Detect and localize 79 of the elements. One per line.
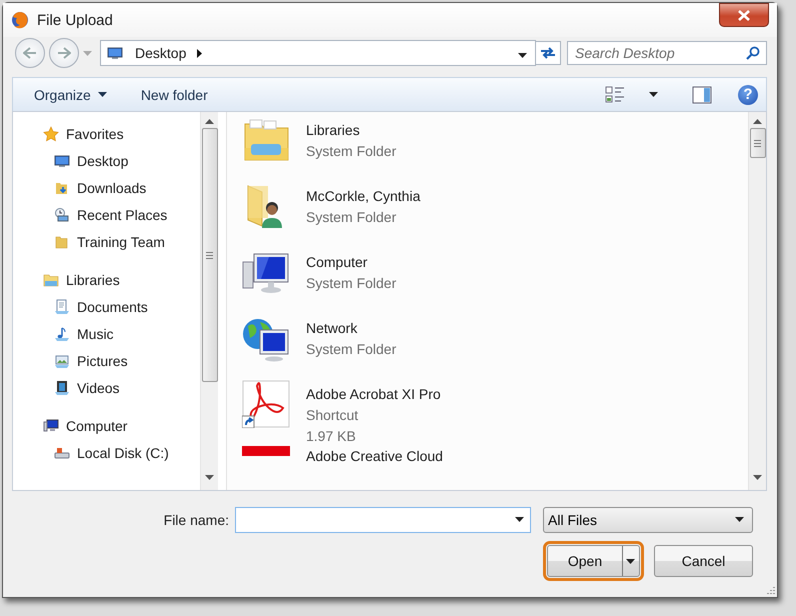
document-icon — [54, 298, 70, 314]
monitor-icon — [106, 45, 124, 61]
nav-item[interactable]: Local Disk (C:) — [13, 439, 200, 466]
file-type: System Folder — [306, 340, 396, 359]
organize-button[interactable]: Organize — [26, 82, 115, 106]
scroll-up-icon[interactable] — [753, 119, 762, 124]
nav-group-item[interactable]: Libraries — [13, 266, 200, 293]
list-view-icon — [605, 86, 625, 104]
file-name: McCorkle, Cynthia — [306, 187, 420, 206]
refresh-arrows-icon — [540, 46, 556, 60]
scrollbar[interactable] — [200, 112, 218, 490]
nav-item[interactable]: Pictures — [13, 347, 200, 374]
caret-icon — [515, 517, 524, 522]
grip-icon — [754, 140, 761, 146]
file-item[interactable]: Computer System Folder — [227, 248, 748, 314]
file-name: Libraries — [306, 121, 361, 140]
file-name-label: File name: — [164, 512, 229, 528]
nav-item[interactable]: Downloads — [13, 174, 200, 201]
nav-item[interactable]: Training Team — [13, 228, 200, 255]
monitor-icon — [54, 152, 70, 168]
file-name: Network — [306, 319, 358, 338]
breadcrumb[interactable]: Desktop — [135, 45, 186, 61]
file-item[interactable]: Network System Folder — [227, 314, 748, 380]
nav-item[interactable]: Recent Places — [13, 201, 200, 228]
library-folder-icon — [43, 272, 59, 288]
scroll-up-icon[interactable] — [205, 119, 214, 124]
recent-places-icon — [54, 206, 70, 222]
nav-group-item[interactable]: Computer — [13, 412, 200, 439]
preview-pane-icon — [692, 86, 712, 104]
nav-group-item[interactable]: Favorites — [13, 120, 200, 147]
breadcrumb-arrow-icon[interactable] — [197, 48, 202, 58]
caret-icon — [735, 517, 744, 522]
file-size: 1.97 KB — [306, 427, 357, 446]
refresh-button[interactable] — [535, 41, 561, 65]
nav-item[interactable]: Music — [13, 320, 200, 347]
picture-icon — [54, 352, 70, 368]
cancel-button[interactable]: Cancel — [654, 545, 753, 577]
file-name: Adobe Creative Cloud — [306, 447, 443, 466]
film-icon — [54, 380, 70, 396]
file-name: Computer — [306, 253, 368, 272]
scroll-down-icon[interactable] — [753, 475, 762, 480]
new-folder-button[interactable]: New folder — [132, 82, 216, 106]
pdf-shortcut-icon — [242, 380, 290, 428]
folder-icon — [54, 234, 70, 250]
scroll-down-icon[interactable] — [205, 475, 214, 480]
app-icon — [11, 11, 29, 29]
nav-item[interactable]: Desktop — [13, 147, 200, 174]
close-button[interactable] — [719, 3, 769, 27]
caret-icon — [649, 92, 658, 97]
file-item[interactable]: Libraries System Folder — [227, 116, 748, 182]
address-bar[interactable]: Desktop — [100, 40, 536, 66]
search-icon — [746, 46, 760, 60]
star-icon — [43, 126, 59, 142]
grip-icon — [206, 252, 213, 258]
file-name: Adobe Acrobat XI Pro — [306, 385, 441, 404]
file-name-field[interactable] — [235, 506, 531, 532]
app-tile-icon — [242, 446, 290, 456]
scrollbar[interactable] — [748, 112, 766, 490]
file-item[interactable]: Adobe Creative Cloud — [227, 446, 748, 467]
file-type: System Folder — [306, 142, 396, 161]
search-field[interactable]: Search Desktop — [567, 41, 767, 65]
caret-icon — [626, 558, 635, 564]
file-item[interactable]: Adobe Acrobat XI Pro Shortcut 1.97 KB — [227, 380, 748, 446]
nav-item[interactable]: Videos — [13, 374, 200, 401]
nav-item[interactable]: Documents — [13, 293, 200, 320]
caret-icon — [98, 92, 107, 97]
close-icon — [738, 10, 750, 20]
forward-arrow-icon — [57, 47, 71, 59]
resize-grip-icon[interactable] — [765, 585, 775, 595]
back-arrow-icon — [23, 47, 37, 59]
file-type-dropdown[interactable]: All Files — [543, 506, 753, 532]
file-type: Shortcut — [306, 406, 360, 425]
music-note-icon — [54, 326, 70, 342]
caret-icon — [518, 53, 527, 58]
computer-icon — [43, 418, 59, 434]
file-type: System Folder — [306, 208, 398, 227]
file-item[interactable]: McCorkle, Cynthia System Folder — [227, 182, 748, 248]
file-type: System Folder — [306, 274, 396, 293]
window-title: File Upload — [37, 12, 114, 28]
